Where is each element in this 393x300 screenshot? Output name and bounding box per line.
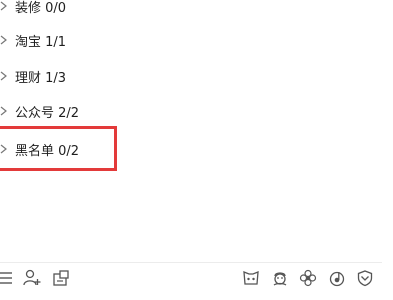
app-manager-icon[interactable]	[51, 268, 71, 288]
chevron-right-icon	[0, 105, 12, 117]
chevron-right-icon	[0, 34, 12, 46]
group-row-official-accounts[interactable]: 公众号 2/2	[0, 99, 79, 123]
toolbar-divider	[0, 262, 382, 263]
game-icon[interactable]	[241, 268, 261, 288]
group-row-renovation[interactable]: 装修 0/0	[0, 0, 66, 18]
chevron-right-icon	[0, 0, 12, 12]
highlight-annotation-box	[0, 126, 117, 171]
group-row-taobao[interactable]: 淘宝 1/1	[0, 28, 66, 52]
group-label: 装修 0/0	[15, 0, 67, 16]
chevron-right-icon	[0, 70, 12, 82]
pet-icon[interactable]	[270, 268, 290, 288]
group-label: 淘宝 1/1	[15, 34, 67, 50]
group-label: 公众号 2/2	[15, 105, 80, 121]
group-row-finance[interactable]: 理财 1/3	[0, 64, 66, 88]
flower-icon[interactable]	[298, 268, 318, 288]
music-icon[interactable]	[327, 268, 347, 288]
group-label: 理财 1/3	[15, 70, 67, 86]
menu-icon[interactable]	[0, 268, 16, 288]
shield-icon[interactable]	[355, 268, 375, 288]
add-contact-icon[interactable]	[22, 268, 42, 288]
